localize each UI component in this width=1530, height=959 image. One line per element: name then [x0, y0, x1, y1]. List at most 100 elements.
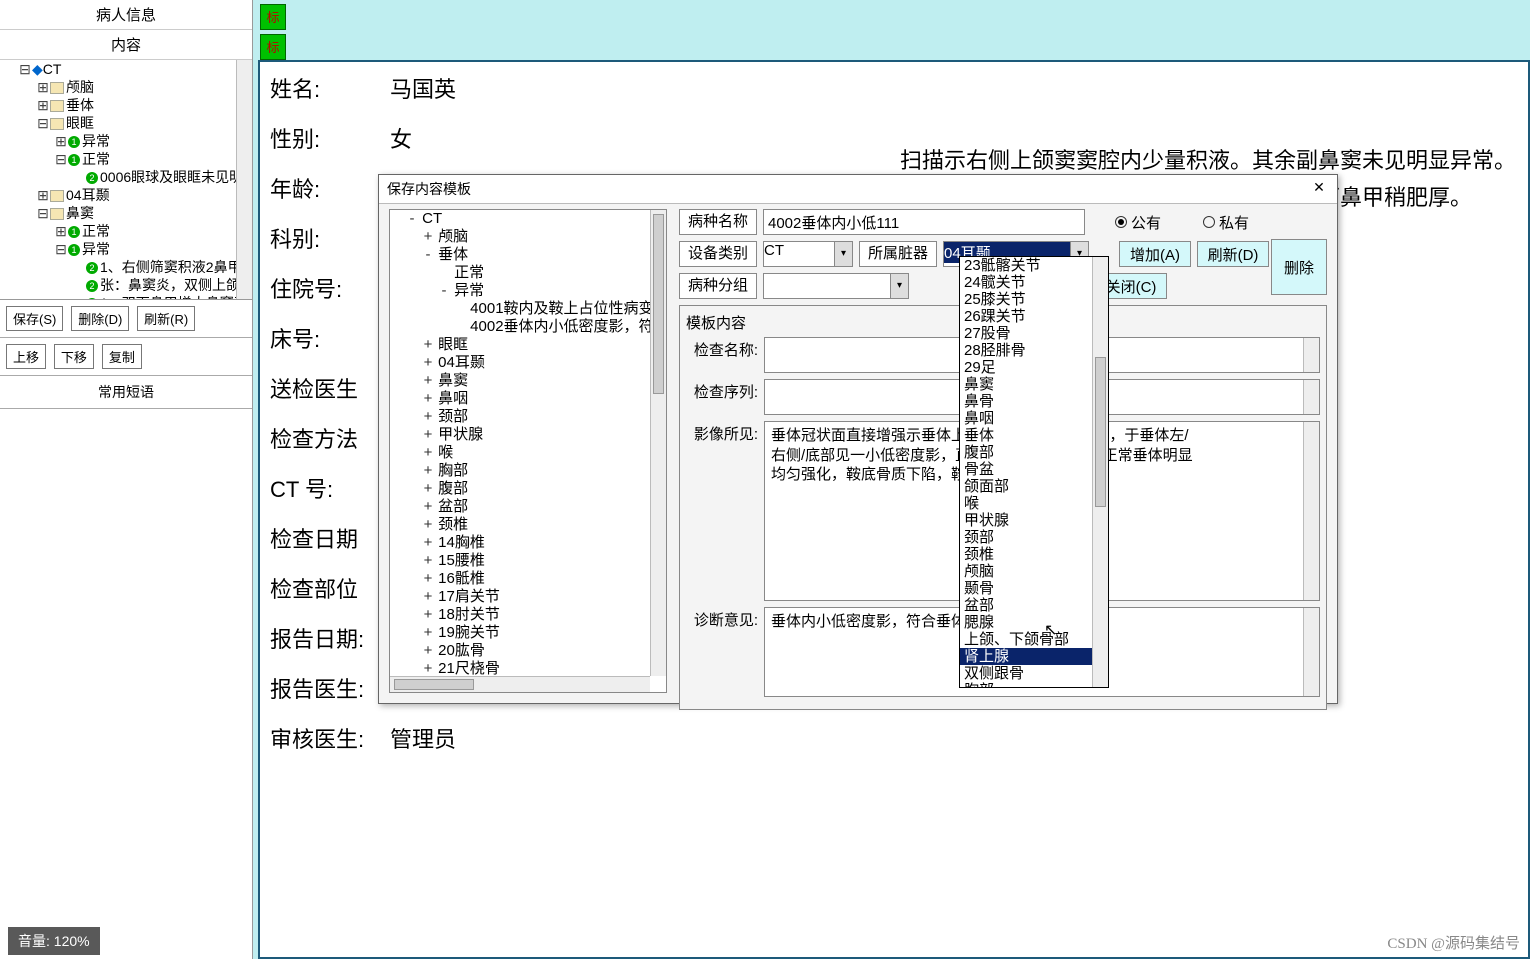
- dialog-tree-item[interactable]: - CT+ 颅脑- 垂体 正常- 异常 4001鞍内及鞍上占位性病变， 4002…: [406, 210, 650, 676]
- delete-button[interactable]: 删除(D): [71, 306, 129, 331]
- dialog-tree-hscrollbar[interactable]: [390, 676, 650, 692]
- dialog-tree-vscrollbar[interactable]: [650, 210, 666, 676]
- dialog-tree-item[interactable]: + 盆部: [422, 498, 650, 516]
- green-tabs: 标 标: [258, 0, 288, 64]
- dropdown-option[interactable]: 腮腺: [960, 614, 1092, 631]
- dropdown-option[interactable]: 甲状腺: [960, 512, 1092, 529]
- dialog-tree-item[interactable]: + 14胸椎: [422, 534, 650, 552]
- dropdown-option[interactable]: 23骶髂关节: [960, 257, 1092, 274]
- tree-item[interactable]: 21、右侧筛窦积液2鼻甲肥大中: [72, 258, 252, 276]
- dropdown-option[interactable]: 鼻骨: [960, 393, 1092, 410]
- tree-item[interactable]: ⊞颅脑: [36, 78, 252, 96]
- dropdown-option[interactable]: 28胫腓骨: [960, 342, 1092, 359]
- dialog-tree-item[interactable]: + 15腰椎: [422, 552, 650, 570]
- dialog-tree-item[interactable]: + 颈部: [422, 408, 650, 426]
- dialog-tree-item[interactable]: + 喉: [422, 444, 650, 462]
- tree-item[interactable]: ⊟1异常21、右侧筛窦积液2鼻甲肥大中2张：鼻窦炎，双侧上颌窦积液21、双下鼻甲…: [54, 240, 252, 300]
- label-group: 病种分组: [679, 273, 757, 299]
- dropdown-option[interactable]: 颞骨: [960, 580, 1092, 597]
- left-tree[interactable]: ⊟◆CT⊞颅脑⊞垂体⊟眼眶⊞1异常⊟1正常20006眼球及眼眶未见明显异常⊞04…: [0, 60, 252, 300]
- label-bed: 床号:: [270, 322, 390, 354]
- dialog-tree-item[interactable]: + 04耳颞: [422, 354, 650, 372]
- dropdown-option[interactable]: 颌面部: [960, 478, 1092, 495]
- tree-item[interactable]: ⊟◆CT⊞颅脑⊞垂体⊟眼眶⊞1异常⊟1正常20006眼球及眼眶未见明显异常⊞04…: [18, 60, 252, 300]
- common-phrases[interactable]: 常用短语: [0, 376, 252, 409]
- copy-button[interactable]: 复制: [102, 344, 142, 369]
- device-combo[interactable]: CT▾: [763, 241, 853, 267]
- dropdown-option[interactable]: 25膝关节: [960, 291, 1092, 308]
- dialog-tree-item[interactable]: + 颅脑: [422, 228, 650, 246]
- dropdown-option[interactable]: 24髋关节: [960, 274, 1092, 291]
- delete-button-dlg[interactable]: 删除: [1271, 239, 1327, 295]
- dropdown-option[interactable]: 双侧跟骨: [960, 665, 1092, 682]
- public-radio[interactable]: 公有: [1115, 212, 1161, 233]
- tree-item[interactable]: ⊞04耳颞: [36, 186, 252, 204]
- dropdown-option[interactable]: 骨盆: [960, 461, 1092, 478]
- dropdown-scrollbar[interactable]: [1092, 257, 1108, 687]
- folder-icon: [50, 118, 64, 130]
- dialog-tree-item[interactable]: + 鼻咽: [422, 390, 650, 408]
- dropdown-option[interactable]: 颈椎: [960, 546, 1092, 563]
- dialog-tree-item[interactable]: 4002垂体内小低密度影，符合: [454, 318, 650, 336]
- dropdown-option[interactable]: 29足: [960, 359, 1092, 376]
- private-radio[interactable]: 私有: [1203, 212, 1249, 233]
- dialog-tree[interactable]: - CT+ 颅脑- 垂体 正常- 异常 4001鞍内及鞍上占位性病变， 4002…: [389, 209, 667, 693]
- tree-item[interactable]: 20006眼球及眼眶未见明显异常: [72, 168, 252, 186]
- dialog-close-button[interactable]: ✕: [1309, 179, 1329, 199]
- scrollbar[interactable]: [1303, 422, 1319, 600]
- dialog-tree-item[interactable]: + 20肱骨: [422, 642, 650, 660]
- green-tab-2[interactable]: 标: [260, 34, 286, 60]
- tree-item[interactable]: 2张：鼻窦炎，双侧上颌窦积液: [72, 276, 252, 294]
- scrollbar[interactable]: [1303, 338, 1319, 372]
- dialog-tree-item[interactable]: 正常: [438, 264, 650, 282]
- dropdown-option[interactable]: 26踝关节: [960, 308, 1092, 325]
- tree-item[interactable]: 21、双下鼻甲增大鼻窦正常: [72, 294, 252, 300]
- dialog-tree-item[interactable]: + 21尺桡骨: [422, 660, 650, 676]
- tree-item[interactable]: ⊟1正常20006眼球及眼眶未见明显异常: [54, 150, 252, 186]
- dropdown-option[interactable]: 肾上腺: [960, 648, 1092, 665]
- disease-name-input[interactable]: [763, 209, 1085, 235]
- add-button[interactable]: 增加(A): [1119, 241, 1191, 267]
- group-combo[interactable]: ▾: [763, 273, 909, 299]
- green-tab-1[interactable]: 标: [260, 4, 286, 30]
- refresh-button[interactable]: 刷新(R): [137, 306, 195, 331]
- dialog-tree-item[interactable]: + 胸部: [422, 462, 650, 480]
- dropdown-option[interactable]: 27股骨: [960, 325, 1092, 342]
- scrollbar[interactable]: [1303, 380, 1319, 414]
- dialog-tree-item[interactable]: 4001鞍内及鞍上占位性病变，: [454, 300, 650, 318]
- dialog-tree-item[interactable]: + 18肘关节: [422, 606, 650, 624]
- dropdown-option[interactable]: 盆部: [960, 597, 1092, 614]
- dialog-tree-item[interactable]: + 甲状腺: [422, 426, 650, 444]
- scrollbar[interactable]: [1303, 608, 1319, 696]
- dropdown-option[interactable]: 腹部: [960, 444, 1092, 461]
- move-up-button[interactable]: 上移: [6, 344, 46, 369]
- dialog-tree-item[interactable]: - 异常 4001鞍内及鞍上占位性病变， 4002垂体内小低密度影，符合: [438, 282, 650, 336]
- dialog-tree-item[interactable]: + 腹部: [422, 480, 650, 498]
- dialog-tree-item[interactable]: - 垂体 正常- 异常 4001鞍内及鞍上占位性病变， 4002垂体内小低密度影…: [422, 246, 650, 336]
- tree-item[interactable]: ⊟鼻窦⊞1正常⊟1异常21、右侧筛窦积液2鼻甲肥大中2张：鼻窦炎，双侧上颌窦积液…: [36, 204, 252, 300]
- refresh-button-dlg[interactable]: 刷新(D): [1197, 241, 1269, 267]
- dropdown-option[interactable]: 鼻窦: [960, 376, 1092, 393]
- dropdown-option[interactable]: 垂体: [960, 427, 1092, 444]
- tree-item[interactable]: ⊞1异常: [54, 132, 252, 150]
- dropdown-option[interactable]: 鼻咽: [960, 410, 1092, 427]
- label-device: 设备类别: [679, 241, 757, 267]
- dialog-tree-item[interactable]: + 鼻窦: [422, 372, 650, 390]
- dialog-tree-item[interactable]: + 颈椎: [422, 516, 650, 534]
- save-button[interactable]: 保存(S): [6, 306, 63, 331]
- dialog-tree-item[interactable]: + 17肩关节: [422, 588, 650, 606]
- dropdown-option[interactable]: 颅脑: [960, 563, 1092, 580]
- dialog-tree-item[interactable]: + 19腕关节: [422, 624, 650, 642]
- organ-dropdown[interactable]: 23骶髂关节24髋关节25膝关节26踝关节27股骨28胫腓骨29足鼻窦鼻骨鼻咽垂…: [959, 256, 1109, 688]
- tree-item[interactable]: ⊞垂体: [36, 96, 252, 114]
- dialog-tree-item[interactable]: + 眼眶: [422, 336, 650, 354]
- dropdown-option[interactable]: 上颌、下颌骨部: [960, 631, 1092, 648]
- dialog-tree-item[interactable]: + 16骶椎: [422, 570, 650, 588]
- tree-item[interactable]: ⊟眼眶⊞1异常⊟1正常20006眼球及眼眶未见明显异常: [36, 114, 252, 186]
- dropdown-option[interactable]: 颈部: [960, 529, 1092, 546]
- move-down-button[interactable]: 下移: [54, 344, 94, 369]
- dropdown-option[interactable]: 喉: [960, 495, 1092, 512]
- dropdown-option[interactable]: 胸部: [960, 682, 1092, 687]
- left-tree-scrollbar[interactable]: [236, 60, 252, 299]
- tree-item[interactable]: ⊞1正常: [54, 222, 252, 240]
